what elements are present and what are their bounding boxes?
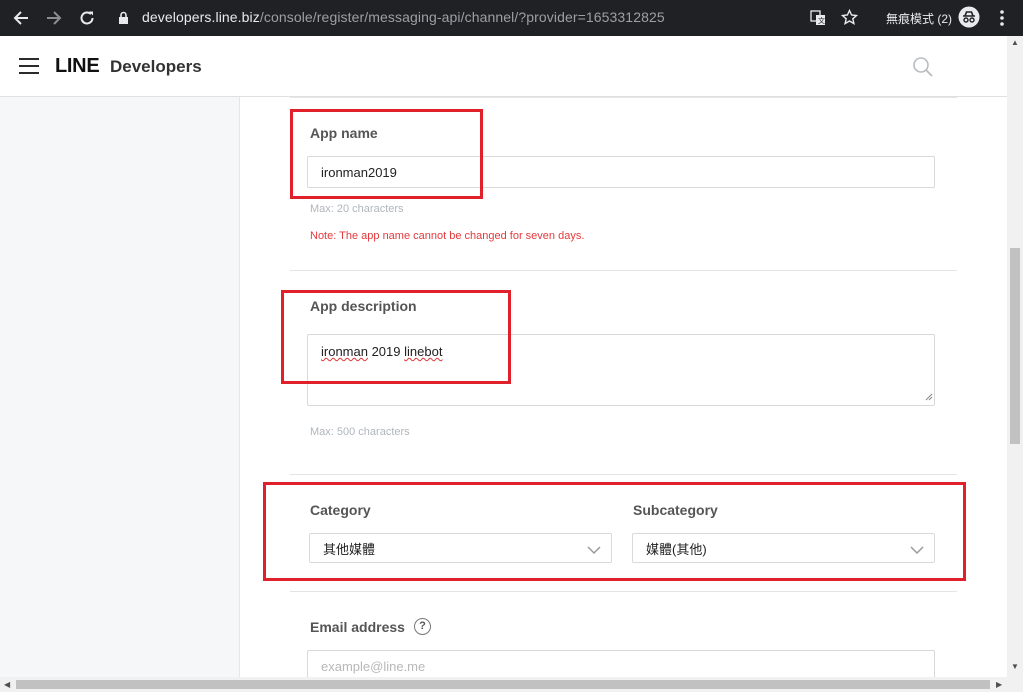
app-name-hint: Max: 20 characters bbox=[310, 203, 404, 215]
resize-handle-icon[interactable] bbox=[924, 389, 933, 404]
scroll-down-icon[interactable]: ▼ bbox=[1011, 662, 1019, 671]
highlight-box-category bbox=[263, 482, 966, 581]
star-icon[interactable] bbox=[840, 8, 859, 31]
hamburger-menu-icon[interactable] bbox=[19, 58, 39, 74]
email-label: Email address bbox=[310, 619, 405, 635]
url-path: /console/register/messaging-api/channel/… bbox=[259, 9, 665, 25]
email-placeholder: example@line.me bbox=[321, 658, 426, 674]
app-header: LINE Developers bbox=[0, 36, 1007, 97]
incognito-label: 無痕模式 (2) bbox=[886, 12, 953, 26]
scroll-up-icon[interactable]: ▲ bbox=[1011, 38, 1019, 47]
translate-icon[interactable]: 文 bbox=[810, 10, 826, 31]
section-divider bbox=[290, 591, 957, 592]
scroll-right-icon[interactable]: ▶ bbox=[996, 680, 1002, 689]
incognito-icon[interactable] bbox=[958, 6, 980, 33]
vertical-scrollbar[interactable]: ▲ ▼ bbox=[1007, 36, 1023, 677]
brand-logo-line[interactable]: LINE bbox=[55, 55, 100, 78]
forward-icon[interactable] bbox=[43, 7, 65, 29]
scroll-left-icon[interactable]: ◀ bbox=[4, 680, 10, 689]
highlight-box-app-name bbox=[290, 109, 483, 199]
browser-toolbar: developers.line.biz/console/register/mes… bbox=[0, 0, 1023, 36]
app-description-hint: Max: 500 characters bbox=[310, 426, 410, 438]
menu-dots-icon[interactable] bbox=[999, 9, 1005, 32]
search-icon[interactable] bbox=[912, 56, 934, 83]
section-divider bbox=[290, 97, 957, 98]
help-icon[interactable]: ? bbox=[414, 618, 431, 635]
back-icon[interactable] bbox=[10, 7, 32, 29]
brand-logo-developers[interactable]: Developers bbox=[110, 57, 202, 77]
section-divider bbox=[290, 270, 957, 271]
highlight-box-app-description bbox=[281, 290, 511, 384]
url-host: developers.line.biz bbox=[142, 9, 260, 25]
email-input[interactable]: example@line.me bbox=[307, 650, 935, 677]
svg-text:文: 文 bbox=[818, 16, 825, 25]
app-name-note: Note: The app name cannot be changed for… bbox=[310, 230, 585, 242]
reload-icon[interactable] bbox=[76, 7, 98, 29]
url-text: developers.line.biz/console/register/mes… bbox=[142, 9, 665, 25]
address-bar[interactable]: developers.line.biz/console/register/mes… bbox=[110, 4, 870, 32]
horizontal-scrollbar[interactable]: ◀ ▶ bbox=[0, 677, 1023, 692]
sidebar bbox=[0, 97, 240, 677]
horizontal-scroll-thumb[interactable] bbox=[16, 680, 990, 689]
vertical-scroll-thumb[interactable] bbox=[1010, 248, 1020, 444]
lock-icon bbox=[118, 11, 129, 30]
section-divider bbox=[290, 474, 957, 475]
